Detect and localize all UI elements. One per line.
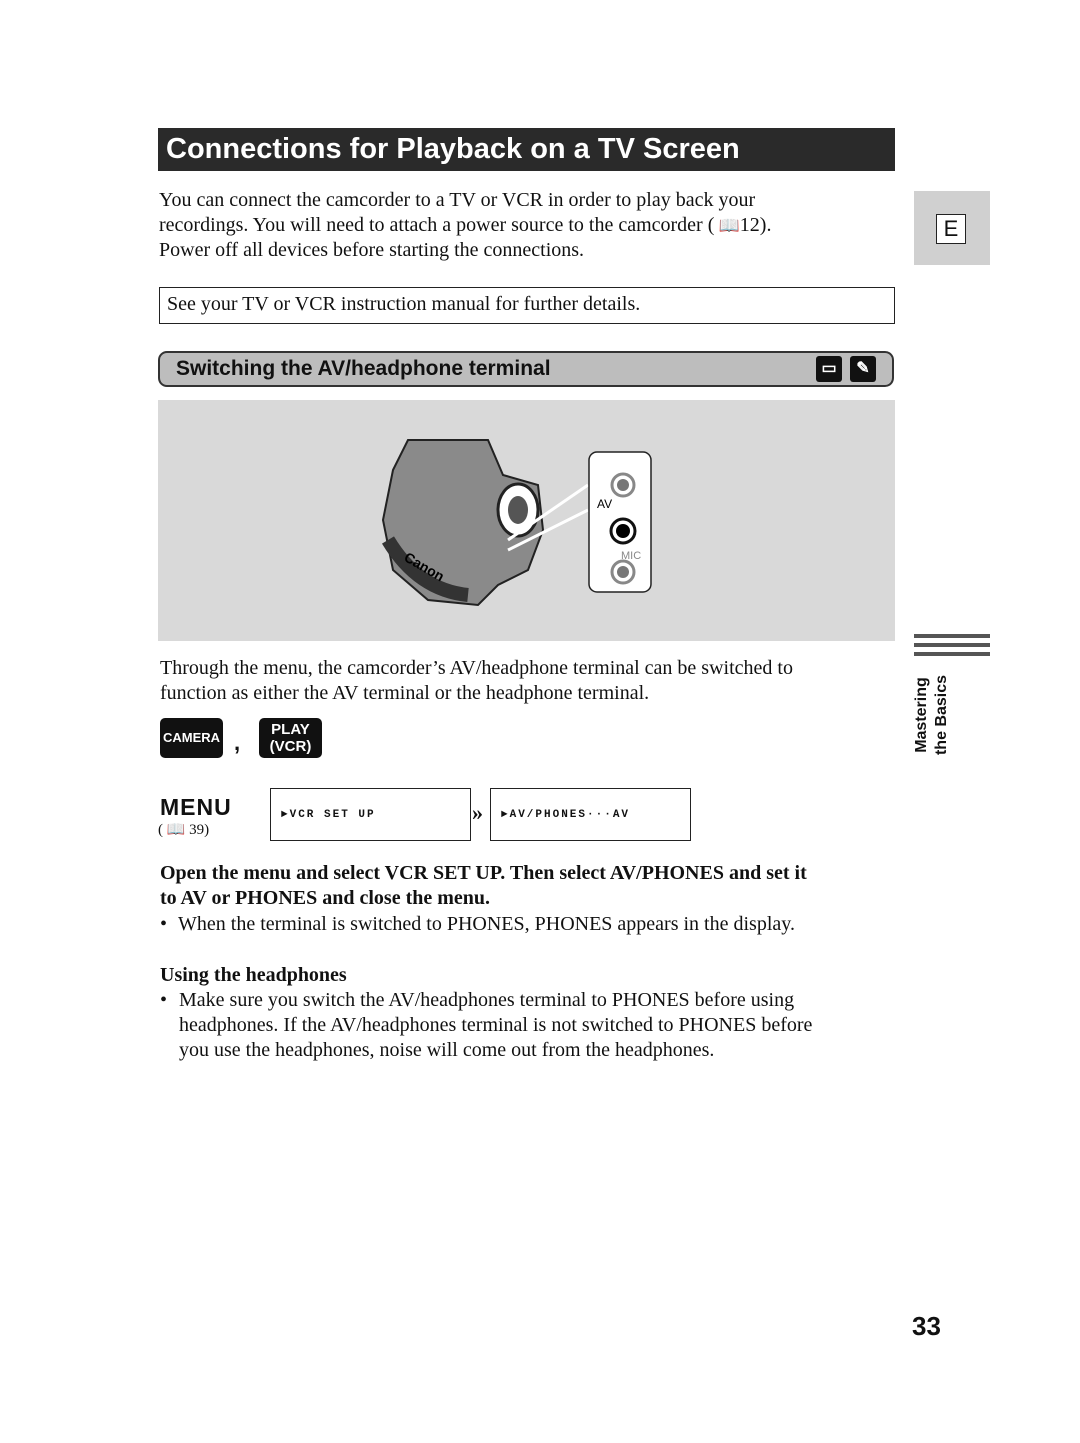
- mic-jack-label: MIC: [621, 550, 641, 562]
- av-jack-label: AV: [597, 497, 612, 511]
- intro-text: You can connect the camcorder to a TV or…: [159, 188, 899, 263]
- remote-control-icon: ✎: [850, 356, 876, 382]
- instruction: Open the menu and select VCR SET UP. The…: [160, 861, 900, 911]
- manual-page: Connections for Playback on a TV Screen …: [0, 0, 1080, 1443]
- body-line: Through the menu, the camcorder’s AV/hea…: [160, 657, 793, 679]
- headphones-bullet: • Make sure you switch the AV/headphones…: [160, 989, 813, 1061]
- section-line: the Basics: [933, 674, 950, 756]
- play-vcr-mode-badge: PLAY (VCR): [259, 718, 322, 758]
- book-icon: 📖: [714, 216, 740, 235]
- body-text: Through the menu, the camcorder’s AV/hea…: [160, 656, 900, 706]
- intro-line: recordings. You will need to attach a po…: [159, 214, 772, 236]
- intro-line: You can connect the camcorder to a TV or…: [159, 189, 756, 211]
- language-letter: E: [936, 214, 966, 244]
- body-line: function as either the AV terminal or th…: [160, 682, 650, 704]
- page-title: Connections for Playback on a TV Screen: [158, 128, 895, 171]
- instruction-line: to AV or PHONES and close the menu.: [160, 887, 491, 909]
- section-line: Mastering: [913, 677, 930, 753]
- menu-step-av-phones: ►AV/PHONES···AV: [490, 788, 691, 841]
- camera-mode-icon: ▭: [816, 356, 842, 382]
- menu-label: MENU: [160, 794, 232, 820]
- subheading: Using the headphones: [160, 964, 347, 986]
- mode-separator: ,: [234, 730, 241, 755]
- section-label: Mastering the Basics: [912, 665, 962, 765]
- section-lines: [914, 634, 990, 656]
- menu-step-vcr-setup: ►VCR SET UP: [270, 788, 471, 841]
- camcorder-drawing: Canon AV MIC: [381, 439, 652, 607]
- language-tab: E: [914, 191, 990, 265]
- note-box: See your TV or VCR instruction manual fo…: [159, 287, 895, 324]
- instruction-line: Open the menu and select VCR SET UP. The…: [160, 862, 807, 884]
- section-header: Switching the AV/headphone terminal ▭ ✎: [158, 351, 894, 387]
- arrow-icon: »: [472, 800, 483, 825]
- camcorder-illustration: Canon AV MIC: [158, 400, 895, 641]
- bullet-icon: •: [160, 989, 168, 1011]
- menu-ref: ( 📖 39): [158, 822, 210, 838]
- camera-mode-badge: CAMERA: [160, 718, 223, 758]
- page-number: 33: [912, 1311, 941, 1341]
- section-title: Switching the AV/headphone terminal: [176, 357, 551, 380]
- intro-line: Power off all devices before starting th…: [159, 239, 585, 261]
- bullet-item: • When the terminal is switched to PHONE…: [160, 913, 795, 935]
